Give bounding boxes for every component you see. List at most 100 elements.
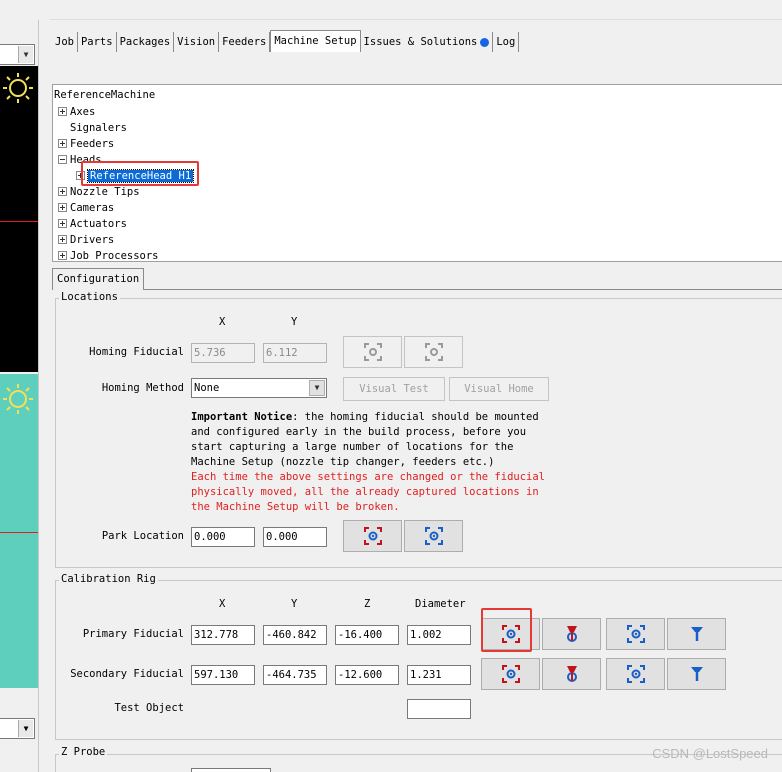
- tree-item-nozzle-tips[interactable]: Nozzle Tips: [58, 184, 140, 200]
- expand-icon[interactable]: [58, 202, 67, 212]
- expand-icon[interactable]: [58, 106, 67, 116]
- tab-vision[interactable]: Vision: [174, 32, 220, 52]
- secondary-move-camera-button[interactable]: [606, 658, 665, 690]
- tree-item-label: Drivers: [70, 234, 115, 246]
- secondary-capture-tool-button[interactable]: [542, 658, 601, 690]
- tree-item-signalers[interactable]: Signalers: [58, 120, 127, 136]
- camera-capture-icon: [363, 527, 382, 545]
- notice-title: Important Notice: [191, 411, 293, 423]
- secondary-fiducial-label: Secondary Fiducial: [70, 668, 184, 680]
- tree-item-label: Actuators: [70, 218, 127, 230]
- expand-icon[interactable]: [58, 138, 67, 148]
- tab-issues-label: Issues & Solutions: [363, 36, 478, 48]
- secondary-move-tool-button[interactable]: [667, 658, 726, 690]
- secondary-capture-camera-button[interactable]: [481, 658, 540, 690]
- notice-warning: Each time the above settings are changed…: [191, 471, 546, 513]
- crosshair-line: [0, 532, 38, 533]
- tab-machine-setup[interactable]: Machine Setup: [270, 30, 361, 52]
- primary-fiducial-y[interactable]: -460.842: [263, 625, 327, 645]
- expand-icon[interactable]: [58, 234, 67, 244]
- homing-fiducial-y[interactable]: 6.112: [263, 343, 327, 363]
- tree-item-actuators[interactable]: Actuators: [58, 216, 127, 232]
- highlight-box: [481, 608, 532, 652]
- camera-select-dropdown[interactable]: ▼: [0, 44, 35, 65]
- primary-fiducial-x[interactable]: 312.778: [191, 625, 255, 645]
- homing-fiducial-x[interactable]: 5.736: [191, 343, 255, 363]
- test-object-label: Test Object: [114, 702, 184, 714]
- tab-issues-solutions[interactable]: Issues & Solutions: [361, 32, 494, 52]
- nozzle-capture-icon: [566, 666, 577, 682]
- camera-move-icon: [626, 665, 645, 683]
- camera-move-icon: [424, 343, 443, 361]
- visual-test-button[interactable]: Visual Test: [343, 377, 445, 401]
- column-y-label: Y: [291, 598, 298, 610]
- tree-item-feeders[interactable]: Feeders: [58, 136, 114, 152]
- nozzle-move-icon: [690, 627, 703, 641]
- park-location-y[interactable]: 0.000: [263, 527, 327, 547]
- calibration-rig-legend: Calibration Rig: [59, 573, 158, 585]
- primary-fiducial-label: Primary Fiducial: [82, 628, 184, 640]
- chevron-down-icon: ▼: [309, 380, 325, 396]
- homing-fiducial-label: Homing Fiducial: [89, 346, 184, 358]
- chevron-down-icon: ▼: [18, 46, 33, 63]
- expand-icon[interactable]: [58, 218, 67, 228]
- expand-icon[interactable]: [58, 186, 67, 196]
- primary-fiducial-z[interactable]: -16.400: [335, 625, 399, 645]
- homing-method-label: Homing Method: [101, 382, 184, 394]
- homing-notice: Important Notice: the homing fiducial sh…: [191, 410, 551, 515]
- tree-item-label: Feeders: [70, 138, 115, 150]
- sun-icon: [3, 384, 33, 414]
- tree-item-label: Axes: [70, 106, 96, 118]
- park-location-label: Park Location: [101, 530, 184, 542]
- tree-item-axes[interactable]: Axes: [58, 104, 95, 120]
- z-probe-field[interactable]: [191, 768, 271, 772]
- locations-legend: Locations: [59, 291, 120, 303]
- tree-item-job-processors[interactable]: Job Processors: [58, 248, 159, 261]
- column-x-label: X: [219, 598, 226, 610]
- homing-method-value: None: [194, 382, 220, 394]
- primary-move-camera-button[interactable]: [606, 618, 665, 650]
- crosshair-line: [0, 221, 38, 222]
- tab-configuration[interactable]: Configuration: [52, 268, 145, 290]
- primary-fiducial-diameter[interactable]: 1.002: [407, 625, 471, 645]
- collapse-icon[interactable]: [58, 154, 67, 164]
- primary-capture-tool-button[interactable]: [542, 618, 601, 650]
- top-band: [0, 0, 782, 20]
- visual-home-button[interactable]: Visual Home: [449, 377, 549, 401]
- bottom-camera-view[interactable]: [0, 374, 38, 688]
- homing-method-select[interactable]: None ▼: [191, 378, 327, 398]
- park-location-x[interactable]: 0.000: [191, 527, 255, 547]
- chevron-down-icon: ▼: [18, 720, 33, 737]
- secondary-fiducial-x[interactable]: 597.130: [191, 665, 255, 685]
- move-to-park-location-button[interactable]: [404, 520, 463, 552]
- tree-item-drivers[interactable]: Drivers: [58, 232, 114, 248]
- top-camera-view[interactable]: [0, 66, 38, 372]
- camera-capture-icon: [501, 665, 520, 683]
- secondary-fiducial-diameter[interactable]: 1.231: [407, 665, 471, 685]
- capture-camera-location-button[interactable]: [343, 336, 402, 368]
- split-divider[interactable]: [38, 20, 50, 772]
- camera-move-icon: [626, 625, 645, 643]
- status-dot-icon: [480, 37, 490, 47]
- bottom-select-dropdown[interactable]: ▼: [0, 718, 35, 739]
- tab-log[interactable]: Log: [493, 32, 520, 52]
- sun-icon: [3, 73, 33, 103]
- secondary-fiducial-z[interactable]: -12.600: [335, 665, 399, 685]
- move-camera-to-location-button[interactable]: [404, 336, 463, 368]
- column-x-label: X: [219, 316, 226, 328]
- nozzle-capture-icon: [566, 626, 577, 642]
- tab-job[interactable]: Job: [52, 32, 78, 52]
- tab-parts[interactable]: Parts: [78, 32, 117, 52]
- highlight-box: [81, 161, 199, 186]
- tab-packages[interactable]: Packages: [117, 32, 175, 52]
- capture-park-location-button[interactable]: [343, 520, 402, 552]
- tree-item-cameras[interactable]: Cameras: [58, 200, 114, 216]
- tab-feeders[interactable]: Feeders: [219, 32, 271, 52]
- secondary-fiducial-y[interactable]: -464.735: [263, 665, 327, 685]
- spacer-icon: [58, 123, 67, 132]
- tree-root[interactable]: ReferenceMachine: [54, 89, 155, 101]
- primary-move-tool-button[interactable]: [667, 618, 726, 650]
- test-object-field[interactable]: [407, 699, 471, 719]
- column-y-label: Y: [291, 316, 298, 328]
- expand-icon[interactable]: [58, 250, 67, 260]
